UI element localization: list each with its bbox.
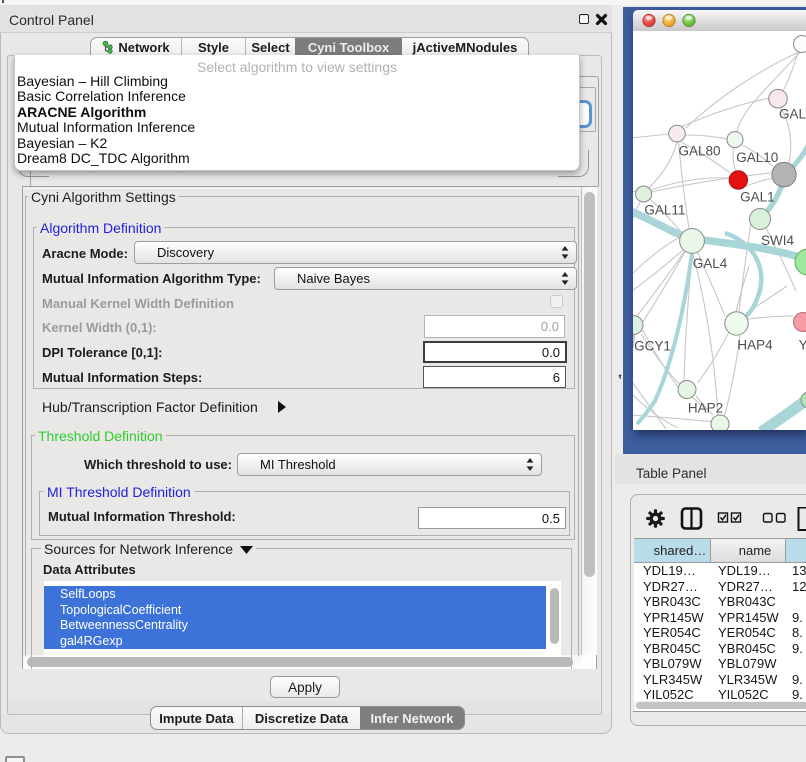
svg-text:GAL80: GAL80 xyxy=(679,143,721,158)
svg-text:GAL11: GAL11 xyxy=(644,203,685,218)
svg-text:HAP4: HAP4 xyxy=(737,338,773,353)
svg-text:SWI4: SWI4 xyxy=(761,233,794,248)
svg-text:GAL1: GAL1 xyxy=(740,190,775,205)
svg-text:GAL7: GAL7 xyxy=(779,107,806,122)
svg-text:GAL10: GAL10 xyxy=(736,150,778,165)
svg-text:GCY1: GCY1 xyxy=(634,339,671,354)
svg-text:Y: Y xyxy=(799,338,806,353)
svg-text:GAL4: GAL4 xyxy=(693,256,728,271)
svg-text:HAP2: HAP2 xyxy=(688,401,723,416)
